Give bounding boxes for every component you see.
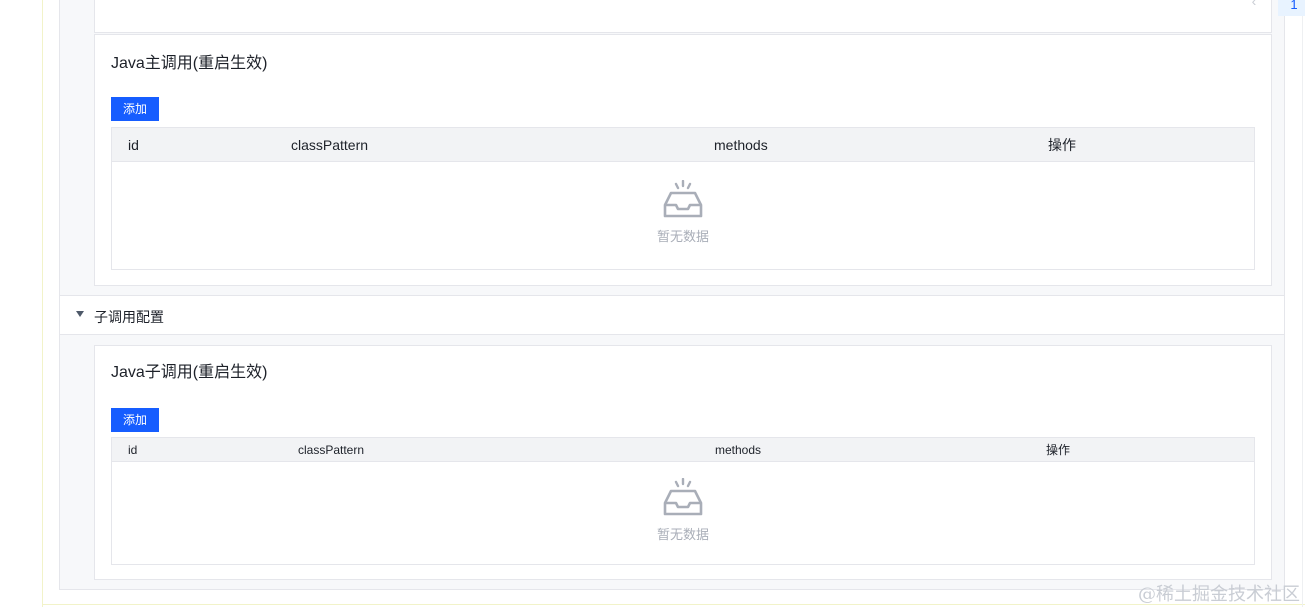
left-guide-line (42, 0, 43, 607)
column-header-actions: 操作 (1046, 443, 1071, 457)
sub-call-section-header[interactable]: 子调用配置 (60, 295, 1284, 335)
main-call-add-button[interactable]: 添加 (111, 97, 159, 121)
column-header-classpattern: classPattern (291, 136, 369, 153)
column-header-classpattern: classPattern (298, 442, 365, 457)
sub-call-table: id classPattern methods 操作 暂无数据 (111, 437, 1255, 565)
column-header-id: id (128, 136, 139, 153)
sub-call-table-header: id classPattern methods 操作 (112, 438, 1254, 462)
scrollbar-track[interactable] (1302, 0, 1303, 607)
caret-down-icon[interactable] (76, 311, 84, 317)
main-call-table: id classPattern methods 操作 暂无数据 (111, 127, 1255, 270)
bottom-guide-line (42, 604, 1305, 605)
empty-inbox-icon (663, 478, 703, 516)
main-call-empty-state: 暂无数据 (112, 180, 1254, 245)
sub-call-empty-state: 暂无数据 (112, 478, 1254, 543)
main-call-empty-text: 暂无数据 (656, 229, 709, 244)
column-header-methods: methods (715, 442, 762, 457)
sub-call-section-title: 子调用配置 (94, 309, 164, 325)
watermark: @稀土掘金技术社区 (1138, 584, 1300, 605)
column-header-actions: 操作 (1048, 136, 1076, 153)
main-call-table-header: id classPattern methods 操作 (112, 128, 1254, 162)
main-call-card: Java主调用(重启生效) 添加 id classPattern methods… (94, 34, 1272, 286)
empty-inbox-icon (663, 180, 703, 218)
column-header-methods: methods (714, 136, 768, 153)
sub-call-card: Java子调用(重启生效) 添加 id classPattern methods… (94, 345, 1272, 580)
column-header-id: id (128, 442, 138, 457)
main-call-title: Java主调用(重启生效) (111, 55, 268, 72)
pagination-page-1[interactable]: 1 (1278, 0, 1305, 16)
sub-call-empty-text: 暂无数据 (656, 527, 709, 542)
sub-call-add-button[interactable]: 添加 (111, 408, 159, 432)
sub-call-title: Java子调用(重启生效) (111, 364, 268, 381)
pagination-prev-button[interactable]: ‹ (1245, 0, 1263, 8)
previous-card: ‹ 1 › (94, 0, 1305, 33)
